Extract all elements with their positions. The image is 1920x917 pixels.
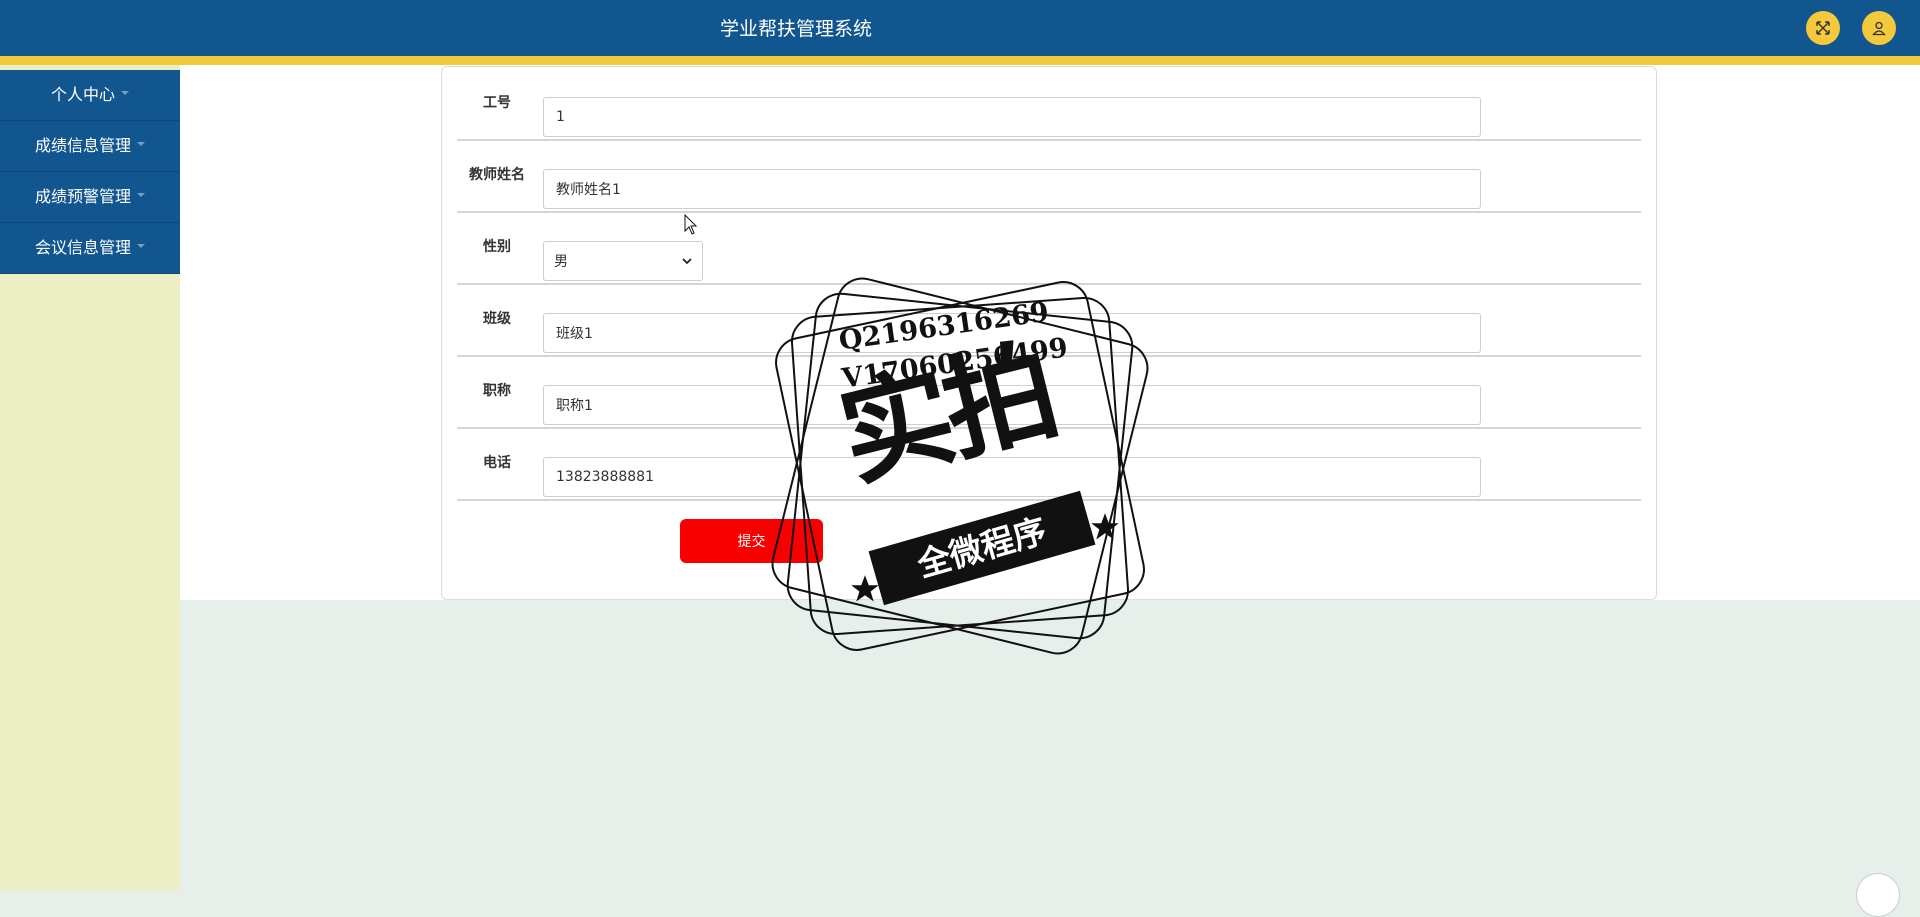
teacher-name-input[interactable] [543,169,1481,209]
fullscreen-button[interactable] [1806,11,1840,45]
star-icon [851,575,879,602]
chevron-down-icon [137,243,145,248]
staff-id-label: 工号 [483,95,511,111]
chevron-down-icon [121,90,129,95]
sidebar-item-label: 成绩信息管理 [34,136,131,155]
user-menu-button[interactable] [1862,11,1896,45]
chevron-down-icon [137,141,145,146]
gender-select[interactable]: 男 [543,241,703,281]
watermark-stamp: Q2196316269 V17060256499 实拍 全微程序 [752,258,1168,678]
star-icon [1091,513,1119,540]
top-header: 学业帮扶管理系统 [0,0,1920,65]
sidebar-item-grade-warning[interactable]: 成绩预警管理 [0,172,180,223]
gender-label: 性别 [483,239,511,255]
chevron-down-icon [682,258,692,265]
staff-id-input[interactable] [543,97,1481,137]
expand-icon [1816,21,1830,35]
phone-label: 电话 [483,455,511,471]
mouse-cursor-icon [684,214,698,235]
form-row-staff-id: 工号 [457,67,1641,141]
job-title-label: 职称 [483,383,511,399]
app-title: 学业帮扶管理系统 [719,18,872,40]
sidebar: 个人中心 成绩信息管理 成绩预警管理 会议信息管理 [0,65,180,891]
user-icon [1872,21,1886,36]
teacher-name-label: 教师姓名 [469,167,525,183]
sidebar-item-label: 个人中心 [50,85,115,104]
gender-selected-value: 男 [554,254,568,270]
sidebar-item-meeting-info[interactable]: 会议信息管理 [0,223,180,274]
form-row-teacher-name: 教师姓名 [457,139,1641,213]
sidebar-item-label: 成绩预警管理 [34,187,131,206]
back-to-top-button[interactable] [1856,873,1900,917]
class-label: 班级 [483,311,511,327]
sidebar-item-label: 会议信息管理 [34,238,131,257]
sidebar-item-personal-center[interactable]: 个人中心 [0,70,180,121]
chevron-down-icon [137,192,145,197]
sidebar-item-grade-info[interactable]: 成绩信息管理 [0,121,180,172]
